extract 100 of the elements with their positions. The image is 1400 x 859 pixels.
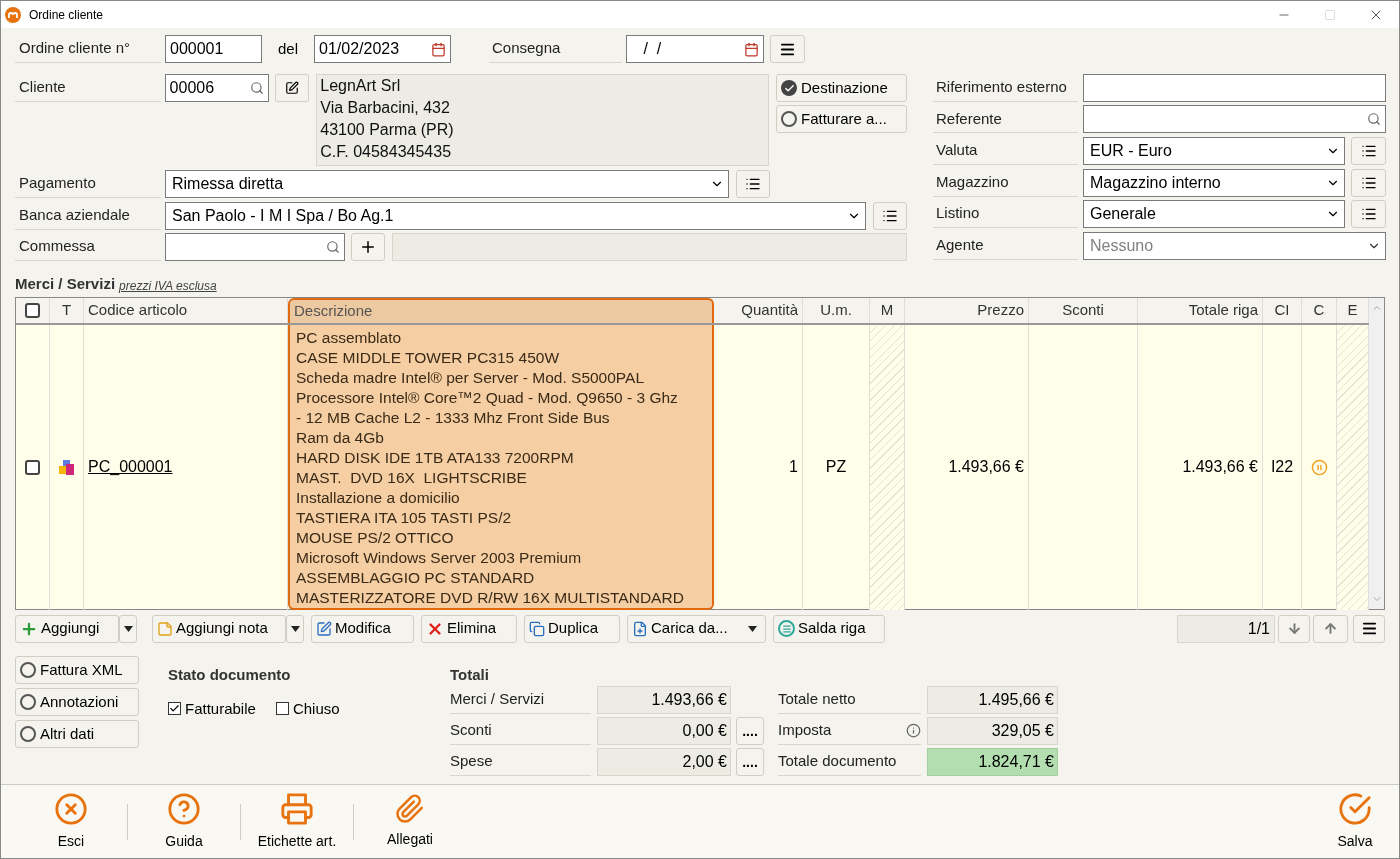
price-note-link[interactable]: prezzi IVA esclusa xyxy=(119,277,217,295)
toolbar-button[interactable]: Aggiungi xyxy=(15,614,119,643)
field-label: Riferimento esterno xyxy=(933,73,1078,102)
footer-button[interactable]: Etichette art. xyxy=(241,791,353,852)
checkbox[interactable]: Fatturabile xyxy=(168,697,256,720)
footer-button[interactable]: Allegati xyxy=(354,793,466,850)
menu-button[interactable] xyxy=(1353,614,1385,643)
column-header[interactable]: T xyxy=(50,298,84,323)
cubes-icon xyxy=(58,458,75,476)
toolbar-button[interactable]: Aggiungi nota xyxy=(152,614,286,643)
scrollbar[interactable] xyxy=(1369,298,1384,609)
total-label: Sconti xyxy=(450,717,591,745)
list-button[interactable] xyxy=(873,202,907,230)
list-icon xyxy=(745,176,761,192)
add-button[interactable] xyxy=(351,233,385,261)
field-label: Banca aziendale xyxy=(15,202,161,230)
close-icon xyxy=(54,791,88,826)
select-field[interactable]: Generale xyxy=(1083,200,1345,229)
field-label: Pagamento xyxy=(15,170,161,198)
option-button[interactable]: Destinazione xyxy=(776,74,907,102)
total-value: 1.493,66 € xyxy=(597,686,731,714)
window-title: Ordine cliente xyxy=(29,6,104,24)
menu-icon xyxy=(1360,620,1378,637)
column-header[interactable]: Descrizione xyxy=(288,298,714,323)
total-value: 329,05 € xyxy=(927,717,1058,745)
column-header[interactable]: U.m. xyxy=(803,298,870,323)
select-field[interactable]: Magazzino interno xyxy=(1083,168,1345,197)
list-button[interactable] xyxy=(736,170,770,198)
column-header[interactable]: CI xyxy=(1263,298,1302,323)
article-code-link[interactable]: PC_000001 xyxy=(88,455,173,479)
footer-button[interactable]: Guida xyxy=(128,791,240,852)
table-cell-text: 1 xyxy=(789,457,798,477)
field-label: Commessa xyxy=(15,233,161,261)
row-checkbox[interactable] xyxy=(25,459,40,475)
column-header[interactable]: Quantità xyxy=(714,298,803,323)
footer-button[interactable]: Salva xyxy=(1325,791,1385,852)
section-title: Merci / Servizi xyxy=(15,273,116,294)
info-icon[interactable] xyxy=(906,723,921,738)
dropdown-button[interactable] xyxy=(286,614,304,643)
option-button[interactable]: Fattura XML xyxy=(15,656,139,684)
order-number-field[interactable]: 000001 xyxy=(165,35,262,63)
paperclip-icon xyxy=(395,793,425,824)
customer-code-field[interactable]: 00006 xyxy=(164,74,270,102)
details-button[interactable]: .... xyxy=(736,717,764,745)
help-icon xyxy=(167,791,201,826)
column-header[interactable]: Totale riga xyxy=(1138,298,1263,323)
option-button[interactable]: Annotazioni xyxy=(15,688,139,716)
delivery-date-field[interactable]: / / xyxy=(626,35,764,63)
checkbox[interactable]: Chiuso xyxy=(275,697,340,720)
list-button[interactable] xyxy=(1351,137,1386,165)
column-header[interactable]: M xyxy=(870,298,905,323)
calendar-icon xyxy=(744,41,759,57)
edit-icon xyxy=(285,81,300,95)
toolbar-button[interactable]: Carica da... xyxy=(627,614,766,643)
toolbar-button[interactable]: Salda riga xyxy=(773,614,885,643)
total-label: Imposta xyxy=(778,720,832,741)
total-value: 1.495,66 € xyxy=(927,686,1058,714)
project-field[interactable] xyxy=(165,233,345,261)
move-up-button[interactable] xyxy=(1313,614,1348,643)
file-plus-icon xyxy=(632,620,648,637)
field-label: del xyxy=(278,38,300,59)
label-printer-icon xyxy=(280,791,314,826)
list-icon xyxy=(1360,143,1377,159)
app-logo-icon xyxy=(5,6,21,23)
details-button[interactable]: .... xyxy=(736,748,764,776)
select-field[interactable]: EUR - Euro xyxy=(1083,137,1345,165)
bank-select[interactable]: San Paolo - I M I Spa / Bo Ag.1 xyxy=(165,202,866,230)
column-header[interactable]: Sconti xyxy=(1029,298,1138,323)
field-label: Cliente xyxy=(15,74,161,102)
toolbar-button[interactable]: Modifica xyxy=(311,614,414,643)
list-button[interactable] xyxy=(1351,168,1386,197)
select-field[interactable]: Nessuno xyxy=(1083,231,1386,260)
arrow-down-icon xyxy=(1286,621,1302,636)
caret-icon xyxy=(290,625,300,632)
footer-button[interactable]: Esci xyxy=(15,791,127,852)
toolbar-button[interactable]: Elimina xyxy=(421,614,517,643)
move-down-button[interactable] xyxy=(1278,614,1310,643)
section-title: Stato documento xyxy=(168,665,292,685)
search-field[interactable] xyxy=(1083,105,1386,134)
customer-address: LegnArt Srl Via Barbacini, 432 43100 Parma (PR) C.F. 04584345435 xyxy=(316,74,769,166)
field-label: Consegna xyxy=(489,35,622,63)
date-field[interactable]: 01/02/2023 xyxy=(314,35,451,63)
payment-select[interactable]: Rimessa diretta xyxy=(165,170,729,198)
option-button[interactable]: Fatturare a... xyxy=(776,105,907,133)
list-button[interactable] xyxy=(1351,200,1386,229)
edit-button[interactable] xyxy=(275,74,310,102)
search-icon xyxy=(250,81,265,95)
menu-button[interactable] xyxy=(770,35,805,63)
dropdown-button[interactable] xyxy=(119,614,137,643)
caret-icon xyxy=(748,625,757,632)
search-icon xyxy=(1367,112,1381,127)
caret-icon xyxy=(123,625,133,632)
text-field[interactable] xyxy=(1083,73,1386,102)
header-checkbox[interactable] xyxy=(25,302,40,318)
option-button[interactable]: Altri dati xyxy=(15,720,139,748)
toolbar-button[interactable]: Duplica xyxy=(524,614,620,643)
checked-radio-icon xyxy=(781,80,797,96)
column-header[interactable]: C xyxy=(1302,298,1337,323)
table-cell-text: 1.493,66 € xyxy=(948,457,1024,477)
column-header[interactable]: Prezzo xyxy=(905,298,1029,323)
